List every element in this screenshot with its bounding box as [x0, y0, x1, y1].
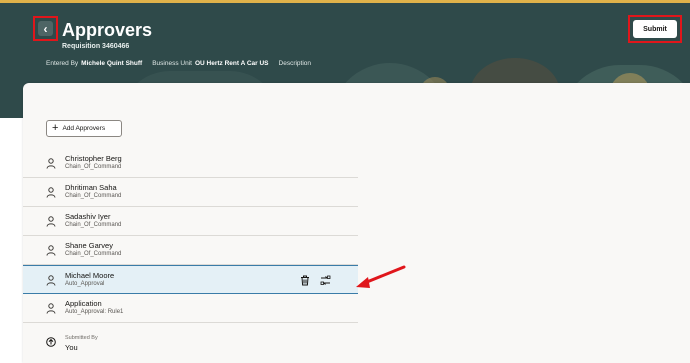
- header-meta: Entered By Michele Quint Shuff Business U…: [46, 60, 314, 67]
- person-icon: [46, 275, 56, 286]
- back-button[interactable]: ‹: [33, 16, 58, 41]
- person-icon: [46, 158, 56, 169]
- approver-role: Chain_Of_Command: [65, 251, 122, 257]
- entered-by: Entered By Michele Quint Shuff: [46, 60, 142, 67]
- submitted-by: Submitted By You: [23, 330, 358, 360]
- submit-button[interactable]: Submit: [633, 20, 677, 38]
- approver-role: Chain_Of_Command: [65, 222, 122, 228]
- submit-highlight: Submit: [628, 15, 682, 43]
- submitted-by-label: Submitted By: [65, 335, 98, 341]
- entered-by-value: Michele Quint Shuff: [81, 60, 143, 67]
- approver-name: Michael Moore: [65, 271, 115, 280]
- reassign-icon[interactable]: [320, 275, 331, 286]
- person-icon: [46, 303, 56, 314]
- approver-role: Chain_Of_Command: [65, 164, 122, 170]
- chevron-left-icon: ‹: [38, 21, 53, 36]
- plus-icon: +: [52, 122, 59, 134]
- entered-by-label: Entered By: [46, 60, 79, 67]
- approver-name: Application: [65, 299, 102, 308]
- page-title: Approvers: [62, 20, 153, 40]
- approver-row[interactable]: Sadashiv Iyer Chain_Of_Command: [23, 207, 358, 236]
- approver-row[interactable]: Christopher Berg Chain_Of_Command: [23, 149, 358, 178]
- approver-row[interactable]: Shane Garvey Chain_Of_Command: [23, 236, 358, 265]
- person-icon: [46, 216, 56, 227]
- add-approvers-label: Add Approvers: [62, 125, 106, 132]
- approver-row[interactable]: Application Auto_Approval: Rule1: [23, 294, 358, 323]
- approver-name: Dhritiman Saha: [65, 183, 117, 192]
- red-arrow-annotation-icon: [356, 265, 406, 288]
- approvers-list: Christopher Berg Chain_Of_Command Dhriti…: [23, 149, 358, 323]
- business-unit: Business Unit OU Hertz Rent A Car US: [152, 60, 268, 67]
- approvers-panel: + Add Approvers Christopher Berg Chain_O…: [23, 83, 690, 363]
- person-icon: [46, 245, 56, 256]
- page-background: [0, 118, 23, 363]
- approver-name: Sadashiv Iyer: [65, 212, 111, 221]
- arrow-up-circle-icon: [46, 337, 56, 347]
- submitted-by-value: You: [65, 343, 78, 352]
- trash-icon[interactable]: [300, 275, 310, 286]
- approver-row[interactable]: Dhritiman Saha Chain_Of_Command: [23, 178, 358, 207]
- approver-row-selected[interactable]: Michael Moore Auto_Approval: [23, 265, 358, 294]
- person-icon: [46, 187, 56, 198]
- add-approvers-button[interactable]: + Add Approvers: [46, 120, 122, 137]
- requisition-number: Requisition 3460466: [62, 43, 130, 50]
- approver-role: Auto_Approval: [65, 281, 105, 287]
- approver-role: Auto_Approval: Rule1: [65, 309, 124, 315]
- business-unit-value: OU Hertz Rent A Car US: [194, 60, 269, 67]
- approver-name: Christopher Berg: [65, 154, 122, 163]
- business-unit-label: Business Unit: [152, 60, 192, 67]
- description-label: Description: [278, 60, 312, 67]
- approver-name: Shane Garvey: [65, 241, 113, 250]
- approver-role: Chain_Of_Command: [65, 193, 122, 199]
